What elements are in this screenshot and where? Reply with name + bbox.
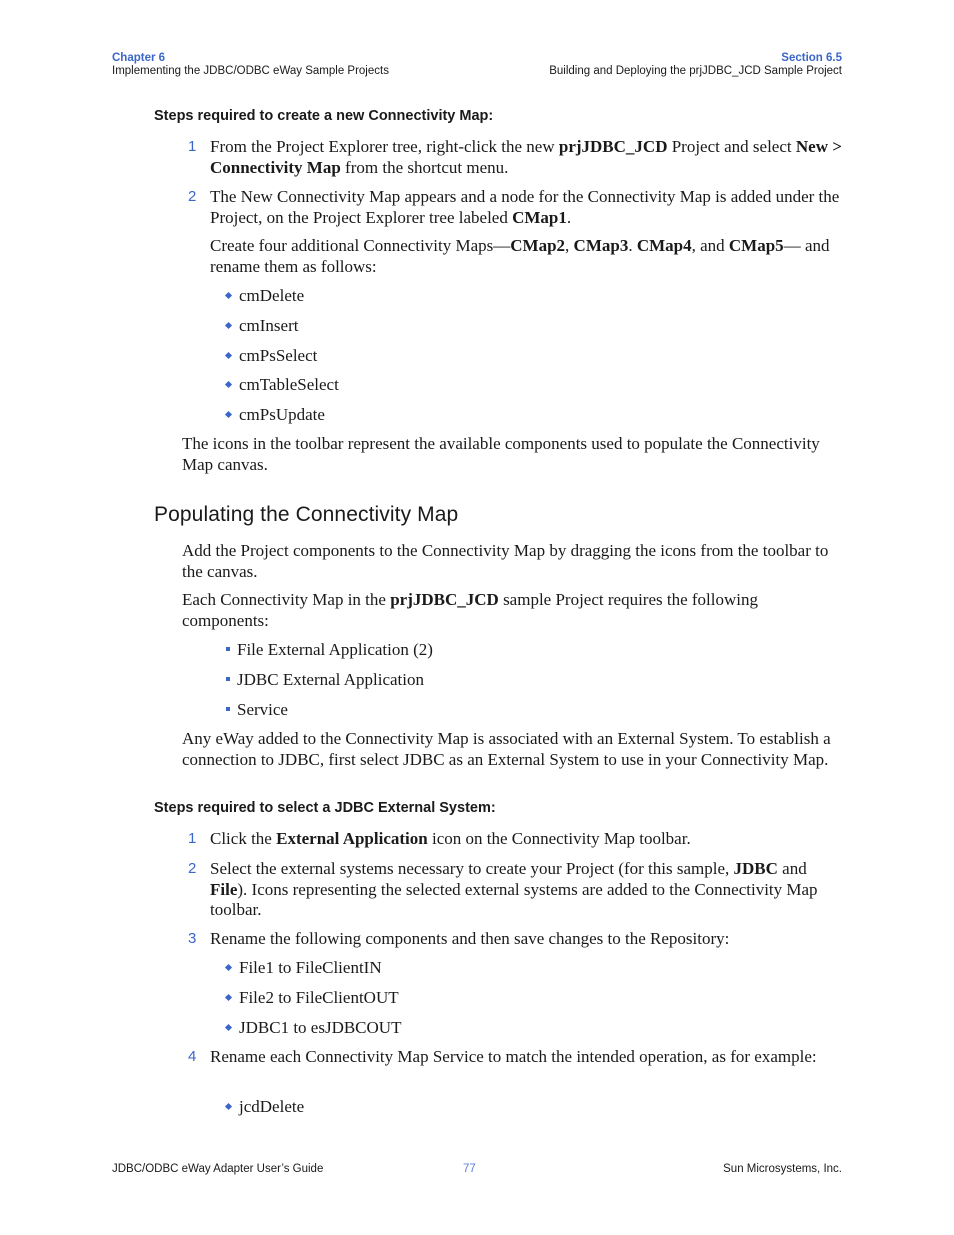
section-heading: Populating the Connectivity Map bbox=[154, 503, 459, 526]
square-bullet-icon bbox=[226, 707, 230, 712]
step-followup-text: Create four additional Connectivity Maps… bbox=[210, 236, 830, 276]
square-bullet-icon bbox=[226, 677, 230, 682]
list-item: File External Application (2) bbox=[224, 640, 433, 661]
step-text: Click the External Application icon on t… bbox=[210, 829, 691, 848]
step-item: 2 Select the external systems necessary … bbox=[182, 859, 842, 921]
running-header-left: Chapter 6 Implementing the JDBC/ODBC eWa… bbox=[112, 52, 389, 78]
paragraph: Each Connectivity Map in the prjJDBC_JCD… bbox=[182, 590, 758, 630]
list-item: jcdDelete bbox=[224, 1097, 304, 1118]
step-item: 2 The New Connectivity Map appears and a… bbox=[182, 187, 842, 229]
section-title: Building and Deploying the prjJDBC_JCD S… bbox=[549, 65, 842, 77]
diamond-bullet-icon bbox=[224, 1024, 233, 1032]
list-item: JDBC1 to esJDBCOUT bbox=[224, 1018, 401, 1039]
list-item: JDBC External Application bbox=[224, 670, 424, 691]
diamond-bullet-icon bbox=[224, 411, 233, 419]
step-number: 4 bbox=[188, 1048, 197, 1065]
footer-guide-title: JDBC/ODBC eWay Adapter User’s Guide bbox=[112, 1163, 324, 1175]
list-item: Service bbox=[224, 700, 288, 721]
diamond-bullet-icon bbox=[224, 1103, 233, 1111]
list-item: cmPsSelect bbox=[224, 346, 317, 367]
diamond-bullet-icon bbox=[224, 322, 233, 330]
step-number: 1 bbox=[188, 830, 197, 847]
square-bullet-icon bbox=[226, 647, 230, 652]
step-number: 2 bbox=[188, 860, 197, 877]
step-text: Rename the following components and then… bbox=[210, 929, 730, 948]
chapter-label: Chapter 6 bbox=[112, 52, 166, 64]
diamond-bullet-icon bbox=[224, 964, 233, 972]
step-text: The New Connectivity Map appears and a n… bbox=[210, 187, 840, 227]
diamond-bullet-icon bbox=[224, 381, 233, 389]
section-label: Section 6.5 bbox=[781, 52, 842, 64]
step-item: 4 Rename each Connectivity Map Service t… bbox=[182, 1047, 842, 1089]
toolbar-note-paragraph: The icons in the toolbar represent the a… bbox=[182, 434, 820, 474]
step-item: 1 Click the External Application icon on… bbox=[182, 829, 842, 851]
list-item: cmDelete bbox=[224, 286, 304, 307]
footer-company: Sun Microsystems, Inc. bbox=[723, 1163, 842, 1175]
step-item: 3 Rename the following components and th… bbox=[182, 929, 842, 951]
page-number: 77 bbox=[463, 1163, 476, 1175]
list-item: File1 to FileClientIN bbox=[224, 958, 382, 979]
subhead-create-cmap: Steps required to create a new Connectiv… bbox=[154, 108, 494, 124]
list-item: File2 to FileClientOUT bbox=[224, 988, 399, 1009]
step-text: Rename each Connectivity Map Service to … bbox=[210, 1047, 817, 1066]
chapter-title: Implementing the JDBC/ODBC eWay Sample P… bbox=[112, 65, 389, 77]
paragraph: Any eWay added to the Connectivity Map i… bbox=[182, 729, 831, 769]
list-item: cmPsUpdate bbox=[224, 405, 325, 426]
paragraph: Add the Project components to the Connec… bbox=[182, 541, 829, 581]
list-item: cmInsert bbox=[224, 316, 298, 337]
diamond-bullet-icon bbox=[224, 994, 233, 1002]
list-item: cmTableSelect bbox=[224, 375, 339, 396]
diamond-bullet-icon bbox=[224, 352, 233, 360]
step-number: 1 bbox=[188, 138, 197, 155]
subhead-select-jdbc: Steps required to select a JDBC External… bbox=[154, 800, 496, 816]
step-text: From the Project Explorer tree, right-cl… bbox=[210, 137, 842, 177]
step-item: 1 From the Project Explorer tree, right-… bbox=[182, 137, 842, 179]
diamond-bullet-icon bbox=[224, 292, 233, 300]
step-number: 2 bbox=[188, 188, 197, 205]
step-number: 3 bbox=[188, 930, 197, 947]
running-header-right: Section 6.5 Building and Deploying the p… bbox=[549, 52, 842, 78]
step-text: Select the external systems necessary to… bbox=[210, 859, 818, 919]
